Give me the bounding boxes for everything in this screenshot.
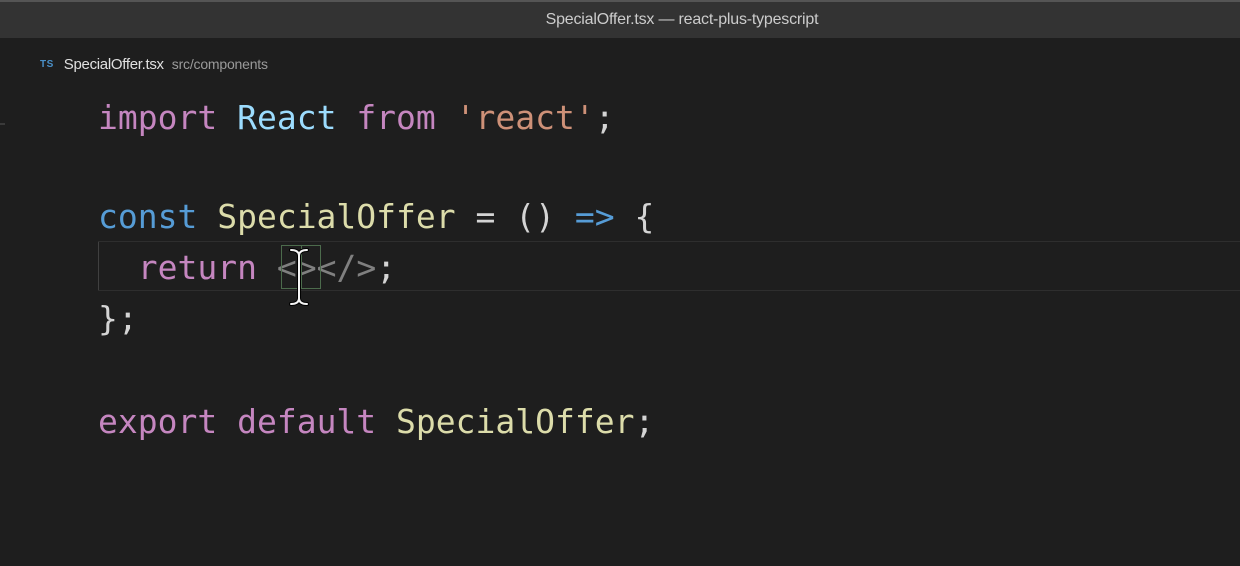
- keyword-return: return: [137, 248, 257, 287]
- breadcrumb: TS SpecialOffer.tsx src/components: [40, 53, 268, 75]
- semicolon: ;: [594, 98, 615, 137]
- code-line-7[interactable]: export default SpecialOffer;: [98, 397, 654, 447]
- editor-window: SpecialOffer.tsx — react-plus-typescript…: [0, 0, 1240, 566]
- keyword-export: export: [98, 402, 218, 441]
- arrow-operator: =>: [574, 197, 615, 236]
- text-i-beam-cursor-icon: [287, 246, 311, 308]
- code-editor[interactable]: import React from 'react'; const Special…: [0, 90, 1240, 566]
- assignment-params: = (): [455, 197, 575, 236]
- keyword-import: import: [98, 98, 218, 137]
- keyword-const: const: [98, 197, 198, 236]
- semicolon: ;: [376, 248, 397, 287]
- title-bar: SpecialOffer.tsx — react-plus-typescript: [0, 0, 1240, 38]
- semicolon: ;: [634, 402, 655, 441]
- code-line-5[interactable]: };: [98, 294, 138, 344]
- breadcrumb-path[interactable]: src/components: [172, 56, 268, 72]
- code-line-1[interactable]: import React from 'react';: [98, 93, 615, 143]
- keyword-from: from: [356, 98, 436, 137]
- code-line-3[interactable]: const SpecialOffer = () => {: [98, 192, 654, 242]
- identifier-react: React: [237, 98, 337, 137]
- identifier-specialoffer: SpecialOffer: [396, 402, 635, 441]
- typescript-file-icon: TS: [40, 58, 54, 70]
- code-line-4[interactable]: return <></>;: [98, 243, 396, 293]
- window-title: SpecialOffer.tsx — react-plus-typescript: [545, 11, 819, 28]
- open-brace: {: [614, 197, 655, 236]
- keyword-default: default: [237, 402, 377, 441]
- close-brace: };: [98, 299, 138, 338]
- breadcrumb-file-name[interactable]: SpecialOffer.tsx: [64, 56, 164, 73]
- identifier-specialoffer: SpecialOffer: [217, 197, 456, 236]
- string-literal: 'react': [455, 98, 595, 137]
